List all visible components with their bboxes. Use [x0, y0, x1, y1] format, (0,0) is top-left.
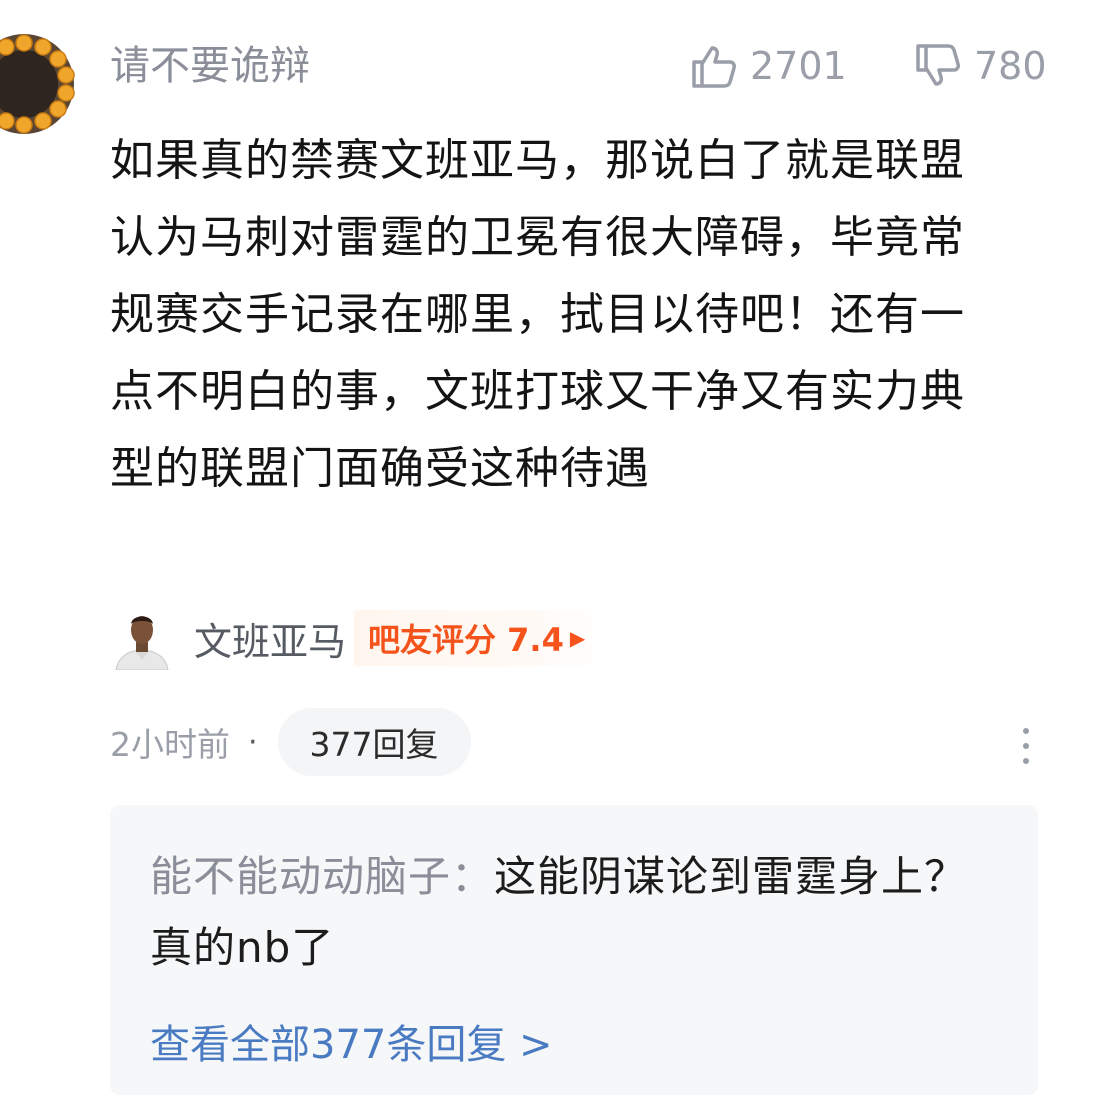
username[interactable]: 请不要诡辩: [110, 38, 310, 94]
player-avatar: [110, 606, 174, 671]
bead-bracelet-avatar-icon: [0, 32, 78, 136]
reply-preview-box[interactable]: 能不能动动脑子：这能阴谋论到雷霆身上？真的nb了 查看全部377条回复 >: [110, 805, 1038, 1095]
reply-count: 377回复: [309, 725, 439, 764]
player-portrait-icon: [110, 606, 174, 671]
like-count: 2701: [750, 44, 847, 88]
reply-preview-item: 能不能动动脑子：这能阴谋论到雷霆身上？真的nb了: [150, 841, 1010, 983]
comment-text: 如果真的禁赛文班亚马，那说白了就是联盟认为马刺对雷霆的卫冕有很大障碍，毕竟常规赛…: [110, 135, 965, 494]
reply-author[interactable]: 能不能动动脑子：: [150, 852, 494, 901]
rating-text: 吧友评分 7.4: [368, 621, 564, 659]
user-avatar[interactable]: [0, 32, 78, 136]
topic-tag[interactable]: 文班亚马 吧友评分 7.4 ▶: [110, 604, 612, 672]
thumbs-down-icon: [916, 44, 960, 86]
thumbs-up-icon: [692, 46, 736, 88]
rating-badge[interactable]: 吧友评分 7.4 ▶: [354, 610, 612, 666]
play-arrow-icon: ▶: [569, 626, 586, 650]
like-button[interactable]: 2701: [690, 38, 847, 94]
timestamp: 2小时前: [110, 725, 230, 764]
reply-count-button[interactable]: 377回复: [277, 708, 471, 776]
view-all-replies-link[interactable]: 查看全部377条回复 >: [150, 1017, 553, 1073]
separator-dot: ·: [248, 724, 258, 760]
dislike-count: 780: [974, 44, 1047, 88]
topic-tag-name: 文班亚马: [194, 619, 347, 664]
more-options-icon[interactable]: [1016, 728, 1036, 764]
dislike-button[interactable]: 780: [914, 38, 1047, 94]
comment-meta: 2小时前 · 377回复: [110, 708, 471, 776]
